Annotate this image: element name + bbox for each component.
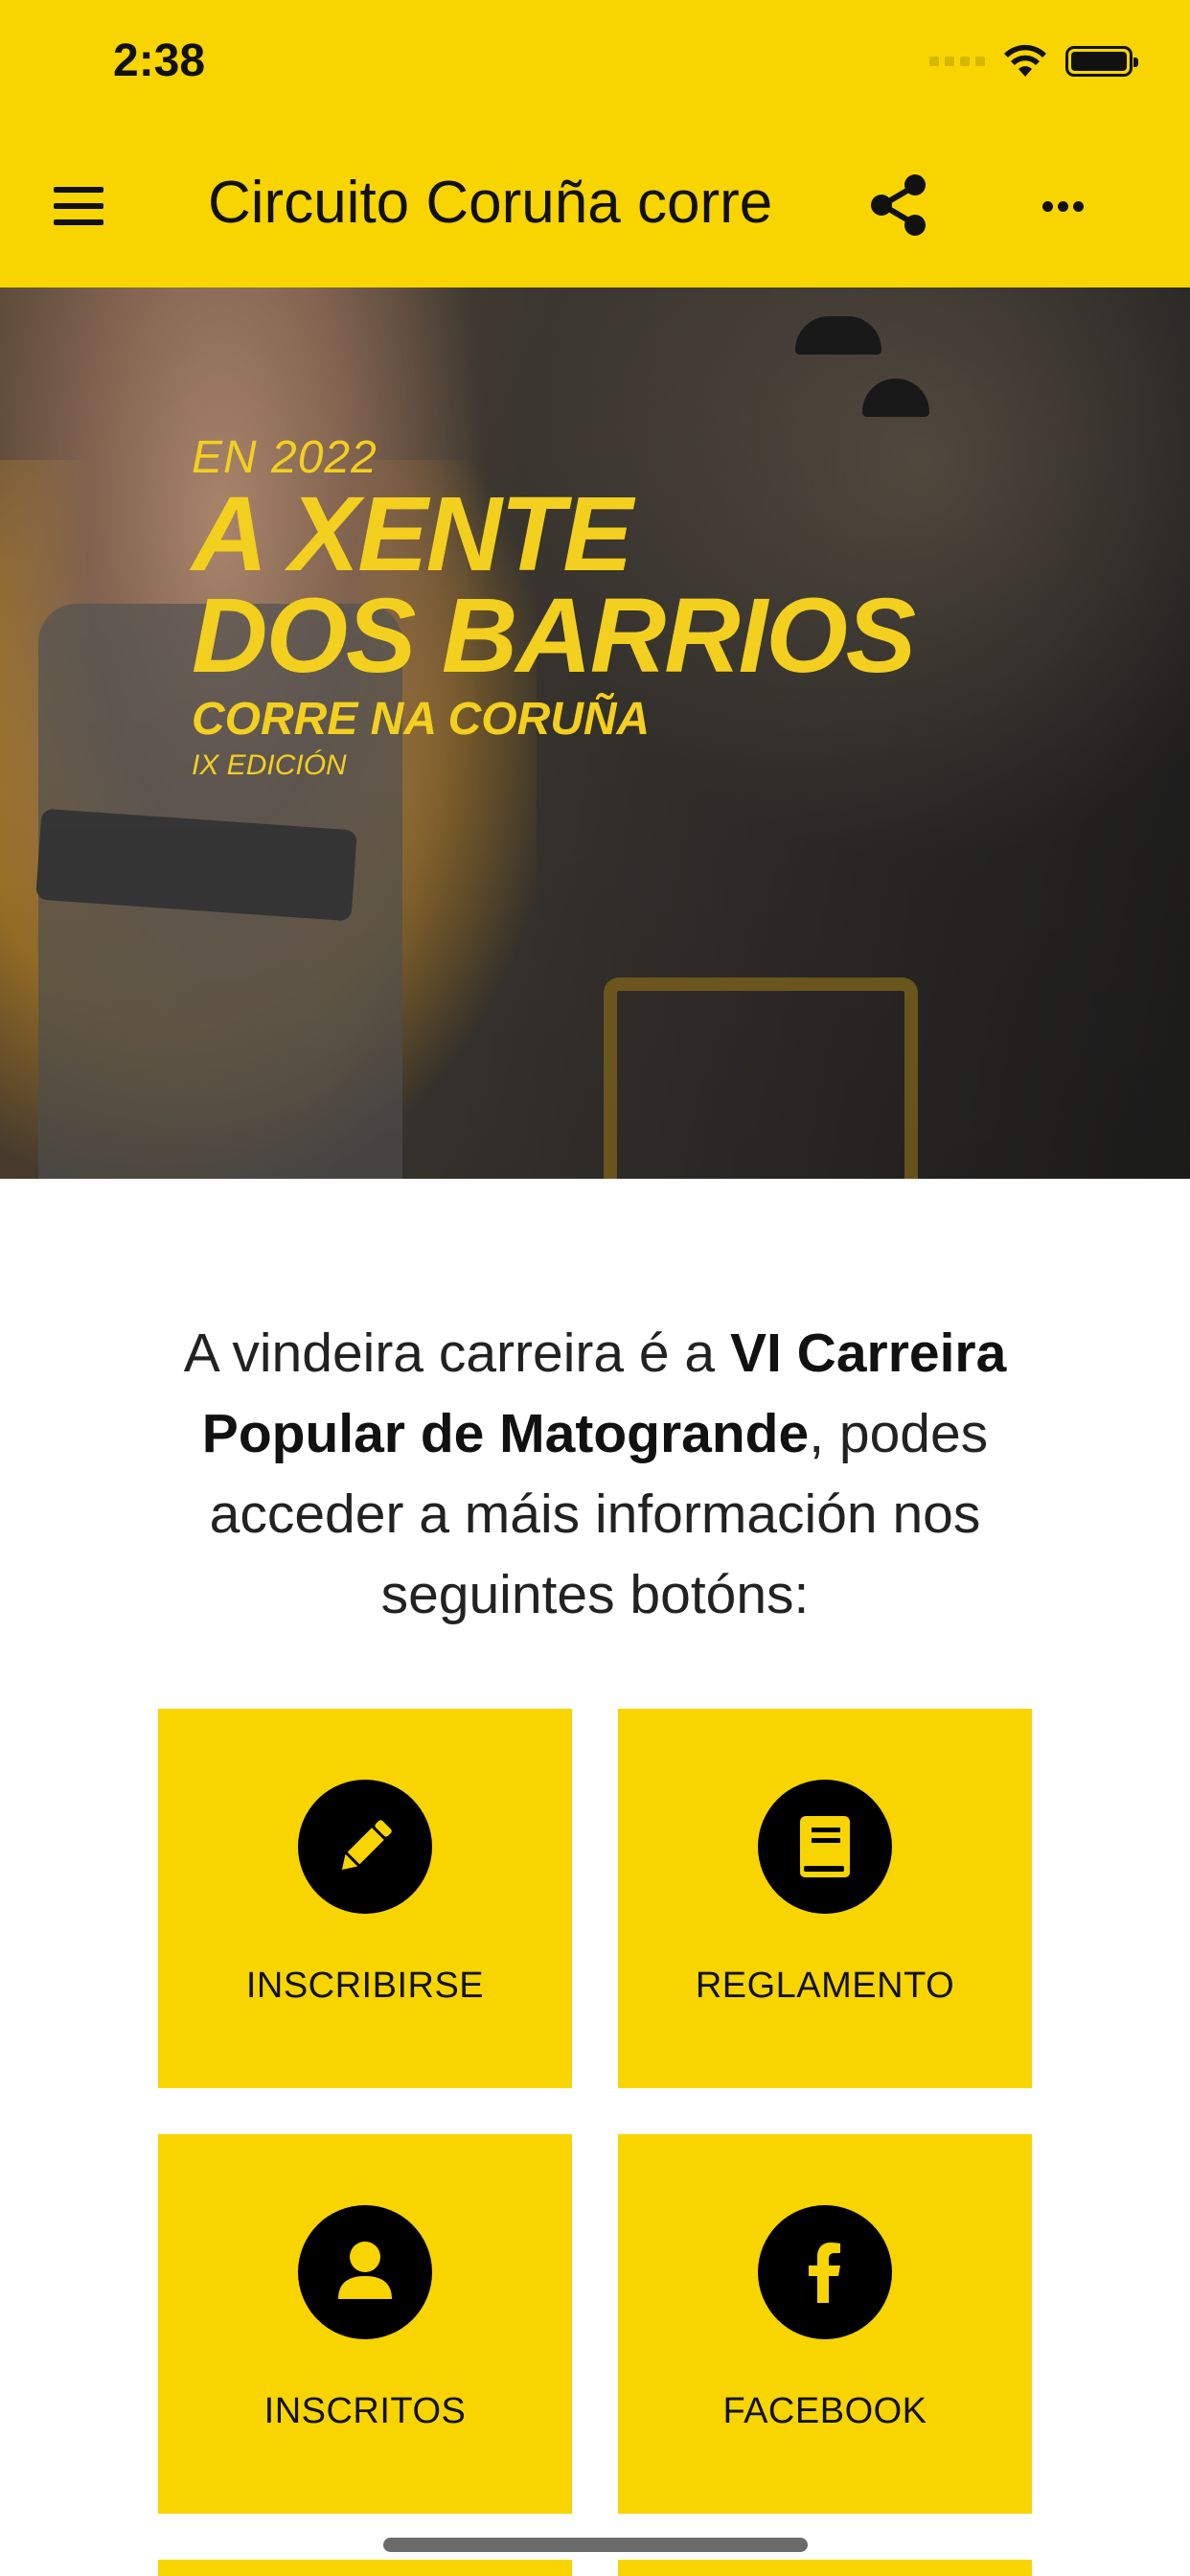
signal-icon xyxy=(929,57,985,66)
reglamento-button[interactable]: REGLAMENTO xyxy=(618,1709,1032,2088)
tile-partial[interactable] xyxy=(618,2560,1032,2576)
inscribirse-button[interactable]: INSCRIBIRSE xyxy=(158,1709,572,2088)
facebook-icon xyxy=(758,2205,892,2339)
share-icon xyxy=(871,174,926,236)
tile-label: FACEBOOK xyxy=(722,2391,927,2431)
pencil-icon xyxy=(298,1780,432,1914)
facebook-button[interactable]: FACEBOOK xyxy=(618,2134,1032,2514)
tile-label: INSCRIBIRSE xyxy=(245,1966,485,2006)
intro-text: A vindeira carreira é a VI Carreira Popu… xyxy=(115,1313,1075,1635)
top-app-bar: 2:38 Circuito Coruña corre xyxy=(0,0,1190,288)
tile-label: REGLAMENTO xyxy=(695,1966,955,2006)
more-options-button[interactable] xyxy=(1035,182,1092,230)
status-icons xyxy=(929,42,1138,80)
user-icon xyxy=(298,2205,432,2339)
home-indicator[interactable] xyxy=(383,2538,808,2552)
tile-partial[interactable] xyxy=(158,2560,572,2576)
share-button[interactable] xyxy=(865,171,934,240)
promo-headline-2: DOS BARRIOS xyxy=(192,577,916,695)
status-time: 2:38 xyxy=(113,35,206,86)
promo-headline-1: A XENTE xyxy=(192,475,633,593)
promo-banner[interactable]: EN 2022 A XENTE DOS BARRIOS CORRE NA COR… xyxy=(0,288,1190,1179)
tile-label: INSCRITOS xyxy=(263,2391,467,2431)
promo-subline: CORRE NA CORUÑA xyxy=(192,694,651,745)
book-icon xyxy=(758,1780,892,1914)
intro-prefix: A vindeira carreira é a xyxy=(183,1322,730,1384)
battery-icon xyxy=(1065,46,1138,77)
menu-button[interactable] xyxy=(50,185,111,227)
promo-edition: IX EDICIÓN xyxy=(192,749,347,781)
wifi-icon xyxy=(1004,44,1046,77)
app-title: Circuito Coruña corre xyxy=(208,170,773,236)
promo-text: EN 2022 A XENTE DOS BARRIOS CORRE NA COR… xyxy=(192,431,916,782)
inscritos-button[interactable]: INSCRITOS xyxy=(158,2134,572,2514)
